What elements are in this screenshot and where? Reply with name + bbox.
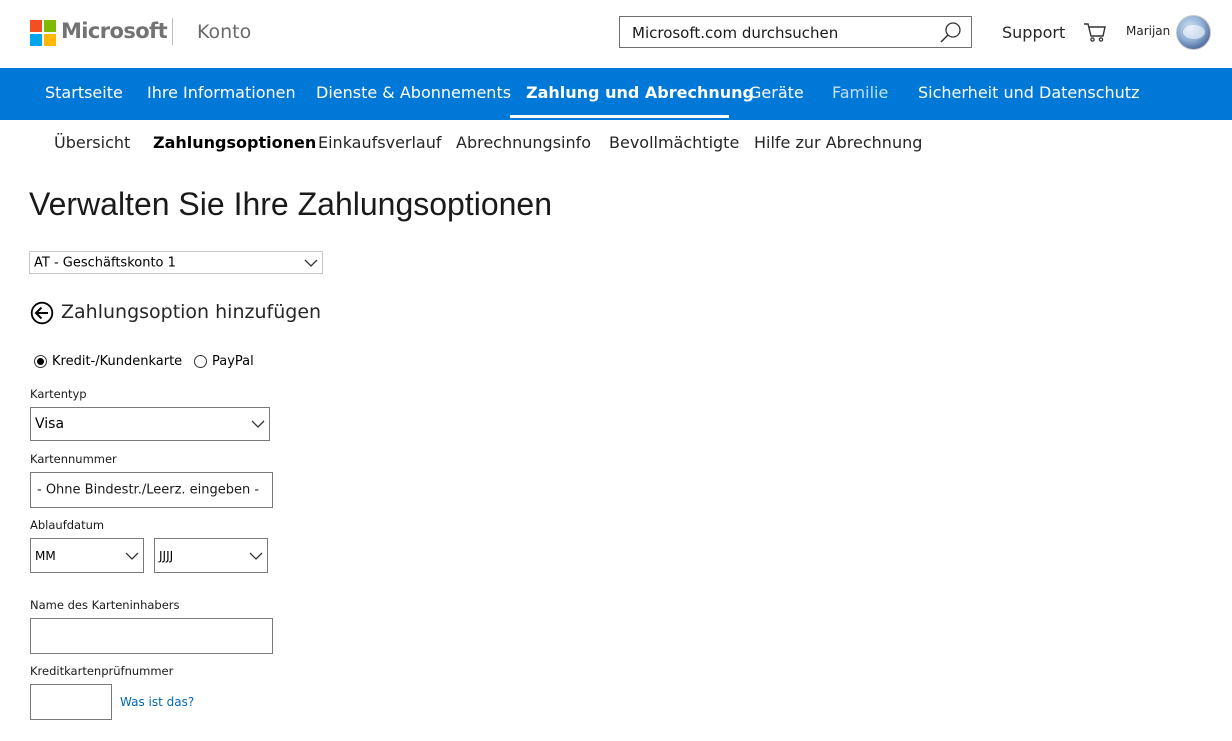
account-select[interactable]: AT - Geschäftskonto 1: [29, 251, 323, 274]
card-holder-label: Name des Karteninhabers: [30, 598, 180, 612]
chevron-down-icon: [249, 552, 263, 560]
primary-nav: Startseite Ihre Informationen Dienste & …: [0, 68, 1232, 120]
site-header: Microsoft Konto Microsoft.com durchsuche…: [0, 0, 1232, 68]
subnav-item-abrechnungsinfo[interactable]: Abrechnungsinfo: [456, 133, 591, 152]
page-title: Verwalten Sie Ihre Zahlungsoptionen: [29, 186, 553, 222]
logo-square-red: [30, 20, 42, 32]
radio-paypal-label[interactable]: PayPal: [212, 354, 254, 369]
nav-item-geraete[interactable]: Geräte: [749, 68, 804, 120]
expiry-label: Ablaufdatum: [30, 518, 105, 532]
cvv-label: Kreditkartenprüfnummer: [30, 664, 174, 678]
nav-item-dienste-abonnements[interactable]: Dienste & Abonnements: [316, 68, 511, 120]
cvv-field[interactable]: [30, 684, 112, 720]
microsoft-logo-icon[interactable]: [30, 20, 56, 46]
shopping-cart-icon[interactable]: [1083, 21, 1107, 43]
user-name[interactable]: Marijan: [1126, 24, 1170, 38]
card-type-value: Visa: [35, 416, 65, 432]
search-input[interactable]: Microsoft.com durchsuchen: [632, 24, 838, 42]
card-number-label: Kartennummer: [30, 452, 117, 466]
expiry-month-value: MM: [35, 548, 56, 563]
card-number-placeholder: - Ohne Bindestr./Leerz. eingeben -: [37, 482, 260, 498]
expiry-month-select[interactable]: MM: [30, 538, 144, 573]
support-link[interactable]: Support: [1002, 23, 1065, 42]
chevron-down-icon: [251, 420, 265, 428]
logo-square-blue: [30, 34, 42, 46]
section-title[interactable]: Konto: [197, 21, 251, 43]
nav-item-zahlung-abrechnung[interactable]: Zahlung und Abrechnung: [526, 68, 754, 120]
nav-item-familie[interactable]: Familie: [832, 68, 888, 120]
add-payment-option-heading[interactable]: Zahlungsoption hinzufügen: [61, 301, 321, 323]
active-nav-indicator: [510, 115, 729, 118]
subnav-item-bevollmaechtigte[interactable]: Bevollmächtigte: [609, 133, 739, 152]
subnav-item-hilfe-abrechnung[interactable]: Hilfe zur Abrechnung: [754, 133, 922, 152]
search-box[interactable]: Microsoft.com durchsuchen: [619, 16, 972, 48]
radio-credit-card[interactable]: [34, 355, 47, 368]
card-number-field[interactable]: - Ohne Bindestr./Leerz. eingeben -: [30, 472, 273, 508]
expiry-year-value: JJJJ: [159, 548, 174, 563]
radio-paypal[interactable]: [194, 355, 207, 368]
account-select-value: AT - Geschäftskonto 1: [34, 255, 176, 270]
nav-item-ihre-informationen[interactable]: Ihre Informationen: [147, 68, 296, 120]
subnav-item-zahlungsoptionen[interactable]: Zahlungsoptionen: [153, 133, 316, 152]
subnav-item-einkaufsverlauf[interactable]: Einkaufsverlauf: [318, 133, 442, 152]
nav-item-sicherheit-datenschutz[interactable]: Sicherheit und Datenschutz: [918, 68, 1139, 120]
avatar[interactable]: [1176, 15, 1211, 50]
nav-item-startseite[interactable]: Startseite: [45, 68, 123, 120]
logo-square-green: [44, 20, 56, 32]
card-type-label: Kartentyp: [30, 387, 87, 401]
cvv-help-link[interactable]: Was ist das?: [120, 695, 194, 709]
search-icon[interactable]: [939, 21, 963, 45]
header-divider: [172, 18, 173, 45]
card-type-select[interactable]: Visa: [30, 407, 270, 441]
back-arrow-icon[interactable]: [30, 301, 54, 325]
chevron-down-icon: [125, 552, 139, 560]
brand-name[interactable]: Microsoft: [61, 19, 168, 43]
logo-square-yellow: [44, 34, 56, 46]
card-holder-field[interactable]: [30, 618, 273, 654]
radio-credit-card-label[interactable]: Kredit-/Kundenkarte: [52, 354, 182, 369]
chevron-down-icon: [304, 259, 318, 267]
subnav-item-uebersicht[interactable]: Übersicht: [54, 133, 130, 152]
expiry-year-select[interactable]: JJJJ: [154, 538, 268, 573]
